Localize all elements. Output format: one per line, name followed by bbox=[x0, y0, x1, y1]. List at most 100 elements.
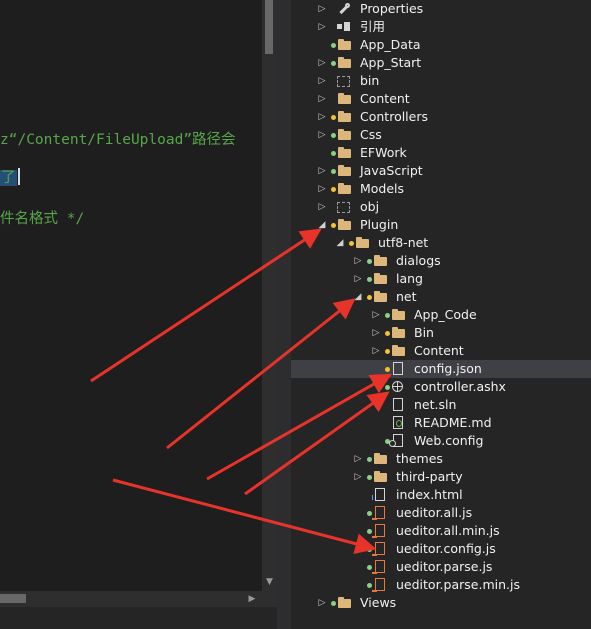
tree-item-views[interactable]: ▷ Views bbox=[291, 594, 591, 612]
folder-excluded-icon bbox=[337, 76, 350, 87]
tree-item-ueditor-parse-js[interactable]: ueditor.parse.js bbox=[291, 558, 591, 576]
folder-icon bbox=[355, 236, 370, 250]
tree-item-app-start[interactable]: ▷ App_Start bbox=[291, 54, 591, 72]
wrench-icon bbox=[337, 2, 352, 16]
expand-arrow-icon[interactable]: ▷ bbox=[317, 56, 327, 70]
tree-item-label: config.json bbox=[414, 361, 482, 376]
expand-arrow-icon[interactable]: ▷ bbox=[371, 344, 381, 358]
folder-icon bbox=[373, 254, 388, 268]
folder-icon bbox=[391, 326, 406, 340]
tree-item-config-json[interactable]: config.json bbox=[291, 360, 591, 378]
tree-item-obj[interactable]: ▷ obj bbox=[291, 198, 591, 216]
tree-item-readme-md[interactable]: README.md bbox=[291, 414, 591, 432]
tree-item-ueditor-parse-min-js[interactable]: ueditor.parse.min.js bbox=[291, 576, 591, 594]
expand-arrow-icon[interactable]: ▷ bbox=[317, 164, 327, 178]
editor-horizontal-scrollbar[interactable] bbox=[0, 591, 262, 607]
expand-arrow-icon[interactable]: ▷ bbox=[371, 308, 381, 322]
folder-icon bbox=[337, 92, 352, 106]
tree-item-label: controller.ashx bbox=[414, 379, 506, 394]
markdown-file-icon bbox=[393, 416, 403, 429]
tree-item-dialogs[interactable]: ▷ dialogs bbox=[291, 252, 591, 270]
tree-item-content[interactable]: ▷ Content bbox=[291, 342, 591, 360]
pending-change-status-icon bbox=[331, 187, 336, 192]
tree-item-bin[interactable]: ▷ bin bbox=[291, 72, 591, 90]
expand-arrow-icon[interactable]: ▷ bbox=[371, 326, 381, 340]
folder-icon bbox=[391, 344, 406, 358]
expand-arrow-icon[interactable]: ▷ bbox=[353, 470, 363, 484]
editor-vertical-scrollbar[interactable] bbox=[262, 0, 277, 591]
tree-item-net-sln[interactable]: net.sln bbox=[291, 396, 591, 414]
tree-item-content[interactable]: ▷ Content bbox=[291, 90, 591, 108]
tree-item-efwork[interactable]: EFWork bbox=[291, 144, 591, 162]
pane-splitter[interactable] bbox=[277, 0, 291, 629]
tree-item-app-code[interactable]: ▷ App_Code bbox=[291, 306, 591, 324]
expand-arrow-icon[interactable]: ▷ bbox=[353, 452, 363, 466]
tree-item-label: ueditor.parse.min.js bbox=[396, 577, 520, 592]
scroll-right-arrow-icon[interactable]: ▶ bbox=[244, 591, 260, 607]
expand-arrow-icon[interactable]: ▷ bbox=[317, 200, 327, 214]
tree-item-label: README.md bbox=[414, 415, 492, 430]
tree-item-css[interactable]: ▷ Css bbox=[291, 126, 591, 144]
folder-icon bbox=[337, 218, 352, 232]
js-file-icon bbox=[372, 560, 385, 574]
tree-item-ueditor-all-js[interactable]: ueditor.all.js bbox=[291, 504, 591, 522]
tree-item-label: index.html bbox=[396, 487, 463, 502]
code-editor[interactable]: z“/Content/FileUpload”路径会 了 件名格式 */ bbox=[0, 0, 262, 591]
checked-in-status-icon bbox=[331, 601, 336, 606]
solution-explorer-tree[interactable]: ▷ Properties ▷ 引用 App_Data ▷ App_Start ▷ bin ▷ Con… bbox=[291, 0, 591, 629]
tree-item-controllers[interactable]: ▷ Controllers bbox=[291, 108, 591, 126]
checked-in-status-icon bbox=[385, 313, 390, 318]
tree-item-third-party[interactable]: ▷ third-party bbox=[291, 468, 591, 486]
tree-item-引用[interactable]: ▷ 引用 bbox=[291, 18, 591, 36]
expand-arrow-icon[interactable]: ▷ bbox=[317, 128, 327, 142]
tree-item-ueditor-config-js[interactable]: ueditor.config.js bbox=[291, 540, 591, 558]
tree-item-plugin[interactable]: ◢ Plugin bbox=[291, 216, 591, 234]
tree-item-models[interactable]: ▷ Models bbox=[291, 180, 591, 198]
tree-item-properties[interactable]: ▷ Properties bbox=[291, 0, 591, 18]
expand-arrow-icon[interactable]: ▷ bbox=[353, 254, 363, 268]
tree-item-index-html[interactable]: index.html bbox=[291, 486, 591, 504]
expand-arrow-icon[interactable]: ▷ bbox=[353, 272, 363, 286]
code-comment-line[interactable]: z“/Content/FileUpload”路径会 bbox=[0, 130, 236, 150]
checked-in-status-icon bbox=[331, 133, 336, 138]
selected-text[interactable]: 了 bbox=[0, 170, 17, 186]
tree-item-label: App_Code bbox=[414, 307, 477, 322]
tree-item-lang[interactable]: ▷ lang bbox=[291, 270, 591, 288]
code-comment-line[interactable]: 件名格式 */ bbox=[0, 209, 84, 229]
collapse-arrow-icon[interactable]: ◢ bbox=[335, 236, 345, 250]
tree-item-utf8-net[interactable]: ◢ utf8-net bbox=[291, 234, 591, 252]
scroll-down-arrow-icon[interactable]: ▼ bbox=[262, 575, 277, 589]
expand-arrow-icon[interactable]: ▷ bbox=[317, 182, 327, 196]
js-file-icon bbox=[372, 506, 385, 520]
tree-item-label: Controllers bbox=[360, 109, 428, 124]
editor-vertical-scroll-thumb[interactable] bbox=[265, 0, 273, 54]
expand-arrow-icon[interactable]: ▷ bbox=[317, 596, 327, 610]
html-file-icon bbox=[372, 488, 385, 501]
tree-item-web-config[interactable]: Web.config bbox=[291, 432, 591, 450]
collapse-arrow-icon[interactable]: ◢ bbox=[353, 290, 363, 304]
tree-item-ueditor-all-min-js[interactable]: ueditor.all.min.js bbox=[291, 522, 591, 540]
tree-item-label: obj bbox=[360, 199, 380, 214]
expand-arrow-icon[interactable]: ▷ bbox=[317, 20, 327, 34]
tree-item-javascript[interactable]: ▷ JavaScript bbox=[291, 162, 591, 180]
checked-in-status-icon bbox=[367, 277, 372, 282]
expand-arrow-icon[interactable]: ▷ bbox=[317, 110, 327, 124]
expand-arrow-icon[interactable]: ▷ bbox=[317, 92, 327, 106]
tree-item-themes[interactable]: ▷ themes bbox=[291, 450, 591, 468]
code-comment-line[interactable]: 了 bbox=[0, 168, 20, 188]
tree-item-controller-ashx[interactable]: controller.ashx bbox=[291, 378, 591, 396]
tree-item-label: App_Start bbox=[360, 55, 422, 70]
expand-arrow-icon[interactable]: ▷ bbox=[317, 2, 327, 16]
tree-item-bin[interactable]: ▷ Bin bbox=[291, 324, 591, 342]
tree-item-label: Content bbox=[360, 91, 410, 106]
tree-item-label: Properties bbox=[360, 1, 424, 16]
collapse-arrow-icon[interactable]: ◢ bbox=[317, 218, 327, 232]
tree-item-label: net.sln bbox=[414, 397, 457, 412]
expand-arrow-icon[interactable]: ▷ bbox=[317, 74, 327, 88]
js-file-icon bbox=[372, 524, 385, 538]
tree-item-net[interactable]: ◢ net bbox=[291, 288, 591, 306]
tree-item-label: third-party bbox=[396, 469, 463, 484]
tree-item-app-data[interactable]: App_Data bbox=[291, 36, 591, 54]
editor-horizontal-scroll-thumb[interactable] bbox=[0, 594, 26, 603]
folder-excluded-icon bbox=[337, 202, 350, 213]
